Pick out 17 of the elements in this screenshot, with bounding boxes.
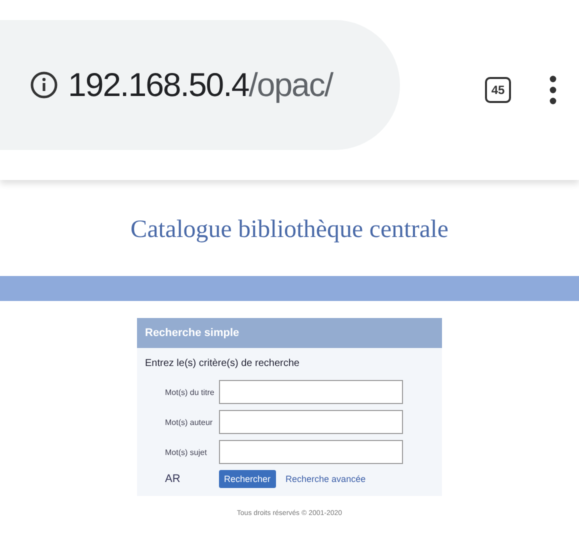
tab-count-button[interactable]: 45 bbox=[485, 77, 511, 103]
address-bar[interactable]: 192.168.50.4/opac/ bbox=[0, 20, 400, 150]
info-icon[interactable] bbox=[30, 71, 58, 99]
page-title: Catalogue bibliothèque centrale bbox=[130, 216, 450, 244]
field-label: Mot(s) sujet bbox=[165, 448, 208, 456]
field-label: Mot(s) du titre bbox=[165, 388, 215, 396]
field-label: Mot(s) auteur bbox=[165, 418, 214, 426]
input-field[interactable] bbox=[219, 440, 403, 464]
panel-header: Recherche simple bbox=[137, 318, 442, 348]
input-field[interactable] bbox=[219, 410, 403, 434]
search-button[interactable]: Rechercher bbox=[219, 470, 276, 488]
ar-label: AR bbox=[165, 473, 182, 485]
menu-icon[interactable] bbox=[549, 75, 557, 105]
url-text[interactable]: 192.168.50.4/opac/ bbox=[68, 66, 333, 104]
instruction-text: Entrez le(s) critère(s) de recherche bbox=[144, 357, 300, 371]
advanced-search-link[interactable]: Recherche avancée bbox=[286, 474, 366, 484]
input-field[interactable] bbox=[219, 380, 403, 404]
